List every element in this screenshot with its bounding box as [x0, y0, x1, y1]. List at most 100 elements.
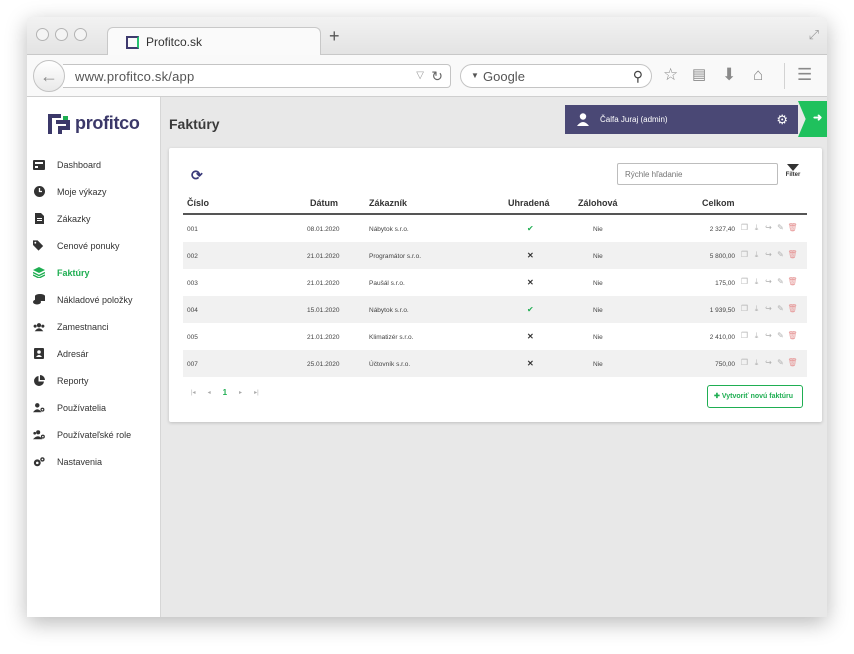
- search-engine-box[interactable]: ▼ Google ⚲: [460, 64, 652, 88]
- last-page-icon[interactable]: ▸|: [254, 389, 259, 397]
- share-icon[interactable]: ↪: [764, 358, 773, 367]
- invoice-total: 2 410,00: [709, 334, 735, 341]
- edit-icon[interactable]: ✎: [776, 331, 785, 340]
- user-gear-icon: [33, 402, 45, 414]
- copy-icon[interactable]: ❐: [740, 304, 749, 313]
- sidebar-item-users[interactable]: Používatelia: [27, 394, 161, 421]
- column-header-paid[interactable]: Uhradená: [508, 198, 550, 208]
- sidebar-item-expenses[interactable]: Nákladové položky: [27, 286, 161, 313]
- copy-icon[interactable]: ❐: [740, 250, 749, 259]
- download-icon[interactable]: ⤓: [752, 304, 761, 313]
- column-header-customer[interactable]: Zákazník: [369, 198, 407, 208]
- table-row[interactable]: 007 25.01.2020 Účtovník s.r.o. ✕ Nie 750…: [183, 350, 807, 377]
- share-icon[interactable]: ↪: [764, 277, 773, 286]
- main-content: Faktúry Čalfa Juraj (admin) ⚙ ➜ ⟳ Filter…: [162, 97, 827, 617]
- invoice-date: 08.01.2020: [307, 226, 340, 233]
- sidebar-item-address-book[interactable]: Adresár: [27, 340, 161, 367]
- copy-icon[interactable]: ❐: [740, 277, 749, 286]
- sidebar-item-quotes[interactable]: Cenové ponuky: [27, 232, 161, 259]
- maximize-window-button[interactable]: [74, 28, 87, 41]
- sidebar-item-dashboard[interactable]: Dashboard: [27, 151, 161, 178]
- invoice-number: 007: [187, 361, 198, 368]
- unpaid-cross-icon: ✕: [527, 359, 534, 368]
- next-page-icon[interactable]: ▸: [239, 389, 242, 397]
- delete-icon[interactable]: 🗑: [787, 304, 797, 313]
- prev-page-icon[interactable]: ◂: [208, 389, 211, 397]
- delete-icon[interactable]: 🗑: [787, 358, 797, 367]
- copy-icon[interactable]: ❐: [740, 358, 749, 367]
- download-icon[interactable]: ⤓: [752, 331, 761, 340]
- menu-icon[interactable]: ☰: [797, 65, 812, 85]
- row-actions: ❐ ⤓ ↪ ✎ 🗑: [740, 277, 798, 287]
- sidebar-item-label: Reporty: [57, 375, 89, 386]
- column-header-number[interactable]: Číslo: [187, 198, 209, 208]
- create-invoice-button[interactable]: ✚ Vytvoriť novú faktúru: [707, 385, 803, 408]
- back-button[interactable]: ←: [33, 60, 65, 92]
- close-window-button[interactable]: [36, 28, 49, 41]
- new-tab-button[interactable]: +: [329, 26, 340, 47]
- download-icon[interactable]: ⤓: [752, 358, 761, 367]
- sidebar-item-orders[interactable]: Zákazky: [27, 205, 161, 232]
- delete-icon[interactable]: 🗑: [787, 250, 797, 259]
- fullscreen-icon[interactable]: ⤢: [809, 27, 819, 43]
- sidebar-item-user-roles[interactable]: Používateľské role: [27, 421, 161, 448]
- column-header-advance[interactable]: Zálohová: [578, 198, 618, 208]
- delete-icon[interactable]: 🗑: [787, 277, 797, 286]
- minimize-window-button[interactable]: [55, 28, 68, 41]
- filter-funnel-icon: [787, 164, 799, 171]
- url-dropdown-icon[interactable]: ▽: [416, 70, 424, 81]
- logo-text: profitco: [75, 113, 140, 133]
- edit-icon[interactable]: ✎: [776, 304, 785, 313]
- share-icon[interactable]: ↪: [764, 331, 773, 340]
- reading-list-icon[interactable]: ▤: [692, 65, 706, 83]
- column-header-total[interactable]: Celkom: [702, 198, 735, 208]
- table-row[interactable]: 001 08.01.2020 Nábytok s.r.o. ✔ Nie 2 32…: [183, 215, 807, 242]
- quick-search-input[interactable]: [617, 163, 778, 185]
- dashboard-icon: [33, 159, 45, 171]
- magnifier-icon[interactable]: ⚲: [633, 68, 643, 85]
- edit-icon[interactable]: ✎: [776, 250, 785, 259]
- table-row[interactable]: 004 15.01.2020 Nábytok s.r.o. ✔ Nie 1 93…: [183, 296, 807, 323]
- sidebar-item-reports[interactable]: Reporty: [27, 367, 161, 394]
- edit-icon[interactable]: ✎: [776, 223, 785, 232]
- users-icon: [33, 321, 45, 333]
- share-icon[interactable]: ↪: [764, 250, 773, 259]
- reload-icon[interactable]: ↻: [431, 68, 443, 85]
- address-bar[interactable]: www.profitco.sk/app ▽ ↻: [63, 64, 451, 88]
- copy-icon[interactable]: ❐: [740, 331, 749, 340]
- first-page-icon[interactable]: |◂: [191, 389, 196, 397]
- invoice-number: 002: [187, 253, 198, 260]
- column-header-date[interactable]: Dátum: [310, 198, 338, 208]
- refresh-icon[interactable]: ⟳: [191, 167, 203, 184]
- settings-gear-icon[interactable]: ⚙: [776, 112, 788, 128]
- browser-tab[interactable]: Profitco.sk: [107, 27, 321, 56]
- download-icon[interactable]: ⤓: [752, 250, 761, 259]
- sidebar-item-settings[interactable]: Nastavenia: [27, 448, 161, 475]
- invoice-total: 2 327,40: [709, 226, 735, 233]
- sidebar-item-employees[interactable]: Zamestnanci: [27, 313, 161, 340]
- download-icon[interactable]: ⤓: [752, 277, 761, 286]
- invoice-date: 21.01.2020: [307, 334, 340, 341]
- logout-button[interactable]: ➜: [798, 101, 827, 137]
- edit-icon[interactable]: ✎: [776, 358, 785, 367]
- share-icon[interactable]: ↪: [764, 223, 773, 232]
- filter-button[interactable]: Filter: [783, 164, 803, 178]
- current-page[interactable]: 1: [223, 388, 227, 397]
- user-bar[interactable]: Čalfa Juraj (admin) ⚙: [565, 105, 798, 134]
- download-icon[interactable]: ⤓: [752, 223, 761, 232]
- sidebar-item-my-reports[interactable]: Moje výkazy: [27, 178, 161, 205]
- table-row[interactable]: 005 21.01.2020 Klimatizér s.r.o. ✕ Nie 2…: [183, 323, 807, 350]
- home-icon[interactable]: ⌂: [753, 65, 763, 85]
- sidebar-item-invoices[interactable]: Faktúry: [27, 259, 161, 286]
- copy-icon[interactable]: ❐: [740, 223, 749, 232]
- delete-icon[interactable]: 🗑: [787, 331, 797, 340]
- table-row[interactable]: 002 21.01.2020 Programátor s.r.o. ✕ Nie …: [183, 242, 807, 269]
- invoice-advance: Nie: [593, 334, 603, 341]
- table-row[interactable]: 003 21.01.2020 Paušál s.r.o. ✕ Nie 175,0…: [183, 269, 807, 296]
- search-engine-dropdown-icon[interactable]: ▼: [471, 71, 479, 80]
- download-icon[interactable]: ⬇: [722, 65, 736, 85]
- edit-icon[interactable]: ✎: [776, 277, 785, 286]
- share-icon[interactable]: ↪: [764, 304, 773, 313]
- bookmark-star-icon[interactable]: ☆: [663, 65, 678, 85]
- delete-icon[interactable]: 🗑: [787, 223, 797, 232]
